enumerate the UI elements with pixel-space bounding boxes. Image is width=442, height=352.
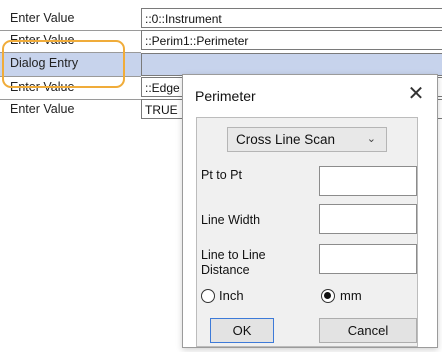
radio-selected-dot [324,292,331,299]
row-value[interactable] [141,53,442,76]
row-label: Enter Value [10,102,75,116]
row-label: Enter Value [10,11,75,25]
line-width-input[interactable] [319,204,417,234]
highlight-annotation [2,40,125,88]
scan-type-select[interactable]: Cross Line Scan ⌄ [227,127,387,152]
row-value[interactable]: ::0::Instrument [141,8,442,28]
row-value[interactable]: ::Perim1::Perimeter [141,30,442,50]
line-to-line-distance-label: Line to Line Distance [201,248,266,277]
mm-label: mm [340,288,362,303]
cancel-button[interactable]: Cancel [319,318,417,343]
close-icon[interactable]: ✕ [403,82,429,106]
perimeter-dialog: Perimeter ✕ Cross Line Scan ⌄ Pt to Pt L… [182,74,438,348]
inch-label: Inch [219,288,244,303]
line-width-label: Line Width [201,213,261,227]
ok-button[interactable]: OK [210,318,274,343]
inch-radio[interactable] [201,289,215,303]
scan-type-value: Cross Line Scan [236,132,336,147]
table-row[interactable]: Enter Value ::0::Instrument [0,8,442,30]
line-to-line-distance-input[interactable] [319,244,417,274]
pt-to-pt-input[interactable] [319,166,417,196]
chevron-down-icon: ⌄ [366,133,376,145]
dialog-panel: Cross Line Scan ⌄ Pt to Pt Line Width Li… [196,117,418,347]
pt-to-pt-label: Pt to Pt [201,168,242,182]
dialog-title: Perimeter [195,88,256,104]
mm-radio[interactable] [321,289,335,303]
